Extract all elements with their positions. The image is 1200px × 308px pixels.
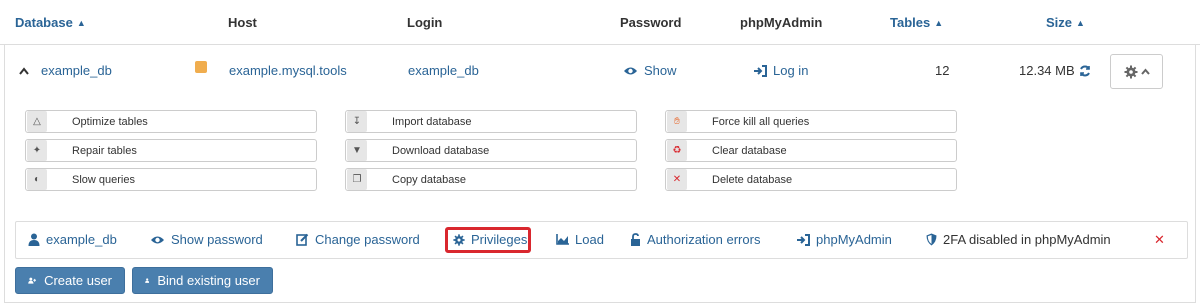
hand-stop-icon: ✋︎	[667, 111, 687, 132]
clear-database-label: Clear database	[712, 144, 787, 157]
copy-database-button[interactable]: ❐ Copy database	[345, 168, 637, 191]
edit-icon	[296, 233, 309, 246]
force-kill-queries-button[interactable]: ✋︎ Force kill all queries	[665, 110, 957, 133]
privileges-label: Privileges	[471, 232, 528, 247]
dashboard-icon: ◐	[27, 169, 47, 190]
change-password-link[interactable]: Change password	[296, 232, 420, 247]
delete-database-button[interactable]: ✕ Delete database	[665, 168, 957, 191]
column-phpmyadmin: phpMyAdmin	[740, 15, 823, 30]
change-password-label: Change password	[315, 232, 420, 247]
column-size-label: Size	[1046, 15, 1073, 30]
database-user-row: example_db Show password Change password…	[15, 221, 1188, 259]
tables-count: 12	[935, 63, 950, 78]
size-value: 12.34 MB	[1019, 63, 1075, 78]
slow-queries-button[interactable]: ◐ Slow queries	[25, 168, 317, 191]
download-database-button[interactable]: ▼ Download database	[345, 139, 637, 162]
user-phpmyadmin-link[interactable]: phpMyAdmin	[796, 232, 892, 247]
show-password-link[interactable]: Show	[623, 63, 677, 78]
login-phpmyadmin-link[interactable]: Log in	[753, 63, 808, 78]
authorization-errors-label: Authorization errors	[647, 232, 761, 247]
close-icon: ✕	[667, 169, 687, 190]
remove-user-icon[interactable]: ✕	[1154, 232, 1165, 248]
column-host: Host	[228, 15, 257, 30]
database-row-panel: example_db example.mysql.tools example_d…	[4, 45, 1196, 303]
gear-icon	[1124, 65, 1137, 78]
user-show-password-link[interactable]: Show password	[150, 232, 263, 247]
sort-icon: ▲︎	[1076, 18, 1085, 28]
optimize-tables-label: Optimize tables	[72, 115, 148, 128]
wrench-icon: ✦	[27, 140, 47, 161]
create-user-button[interactable]: Create user	[15, 267, 125, 294]
unlock-icon	[631, 233, 640, 246]
clear-database-button[interactable]: ♻︎ Clear database	[665, 139, 957, 162]
column-password: Password	[620, 15, 682, 30]
load-label: Load	[575, 232, 604, 247]
eye-icon	[624, 67, 637, 74]
repair-tables-label: Repair tables	[72, 144, 137, 157]
size-cell: 12.34 MB	[1019, 63, 1091, 78]
login-link[interactable]: example_db	[408, 63, 479, 78]
sort-icon: ▲︎	[76, 18, 86, 28]
user-icon	[28, 233, 40, 246]
refresh-icon[interactable]	[1079, 65, 1091, 77]
download-tray-icon: ↧	[347, 111, 367, 132]
chevron-up-icon[interactable]	[19, 66, 29, 75]
copy-icon: ❐	[347, 169, 367, 190]
arrow-circle-down-icon: ▼	[347, 140, 367, 161]
recycle-icon: ♻︎	[667, 140, 687, 161]
gear-icon	[453, 233, 465, 246]
column-database-label: Database	[15, 15, 73, 30]
user-name-label: example_db	[46, 232, 117, 247]
flask-icon: △	[27, 111, 47, 132]
settings-toggle-button[interactable]	[1110, 54, 1163, 89]
eye-icon	[151, 236, 164, 243]
twofa-status: 2FA disabled in phpMyAdmin	[926, 232, 1111, 247]
column-database[interactable]: Database ▲︎	[15, 15, 86, 30]
show-password-label: Show	[644, 63, 677, 78]
force-kill-queries-label: Force kill all queries	[712, 115, 810, 128]
slow-queries-label: Slow queries	[72, 173, 135, 186]
note-icon[interactable]	[195, 61, 207, 73]
import-database-label: Import database	[392, 115, 472, 128]
sort-icon: ▲︎	[934, 18, 944, 28]
import-database-button[interactable]: ↧ Import database	[345, 110, 637, 133]
database-name-cell[interactable]: example_db	[19, 63, 112, 78]
load-link[interactable]: Load	[556, 232, 604, 247]
login-phpmyadmin-label: Log in	[773, 63, 809, 78]
shield-icon	[926, 233, 937, 246]
host-link[interactable]: example.mysql.tools	[229, 63, 347, 78]
repair-tables-button[interactable]: ✦ Repair tables	[25, 139, 317, 162]
sign-in-icon	[754, 64, 767, 77]
user-show-password-label: Show password	[171, 232, 263, 247]
sign-in-icon	[797, 233, 810, 246]
area-chart-icon	[556, 234, 569, 245]
column-login: Login	[407, 15, 443, 30]
delete-database-label: Delete database	[712, 173, 793, 186]
bind-existing-user-button[interactable]: Bind existing user	[132, 267, 273, 294]
authorization-errors-link[interactable]: Authorization errors	[630, 232, 760, 247]
user-phpmyadmin-label: phpMyAdmin	[816, 232, 892, 247]
bind-existing-user-label: Bind existing user	[157, 273, 260, 288]
optimize-tables-button[interactable]: △ Optimize tables	[25, 110, 317, 133]
user-plus-icon	[28, 277, 37, 284]
twofa-status-label: 2FA disabled in phpMyAdmin	[943, 232, 1111, 247]
copy-database-label: Copy database	[392, 173, 466, 186]
column-tables[interactable]: Tables ▲︎	[890, 15, 943, 30]
column-tables-label: Tables	[890, 15, 931, 30]
database-name-link[interactable]: example_db	[41, 63, 112, 78]
privileges-link[interactable]: Privileges	[453, 232, 527, 247]
table-header: Database ▲︎ Host Login Password phpMyAdmi…	[0, 0, 1200, 45]
download-database-label: Download database	[392, 144, 490, 157]
user-icon	[145, 278, 150, 283]
user-name-link[interactable]: example_db	[28, 232, 117, 247]
create-user-label: Create user	[44, 273, 112, 288]
column-size[interactable]: Size ▲︎	[1046, 15, 1085, 30]
chevron-up-icon	[1140, 68, 1150, 75]
